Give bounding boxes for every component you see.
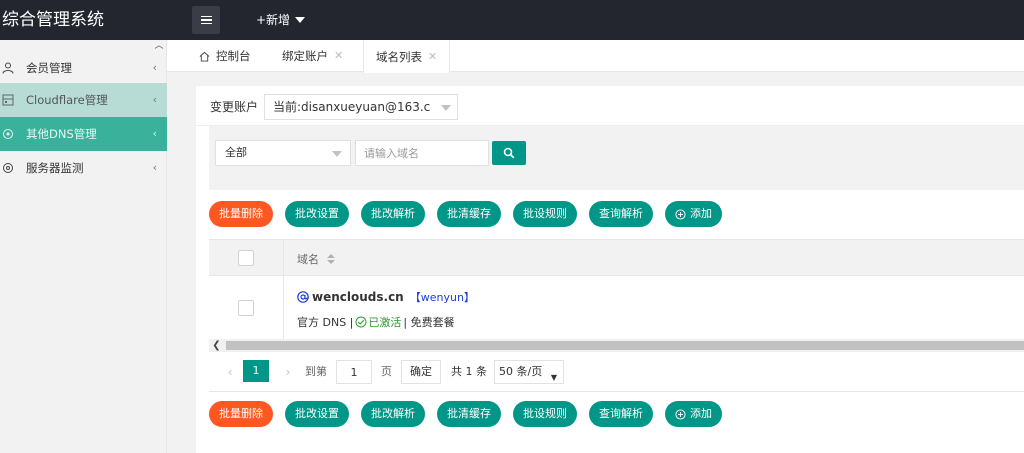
- dns-provider: 官方 DNS |: [297, 316, 354, 329]
- hamburger-icon: [200, 15, 212, 25]
- add-button[interactable]: 添加: [665, 201, 722, 227]
- monitor-icon: [3, 163, 13, 173]
- pagination: ‹ 1 › 到第 页 确定 共 1 条 50 条/页 ▼: [209, 352, 1024, 392]
- page-size-value: 50 条/页: [499, 365, 543, 378]
- new-menu-button[interactable]: +新增: [256, 0, 306, 40]
- column-header-domain[interactable]: 域名: [297, 251, 335, 267]
- dropdown-arrow-icon: [441, 105, 451, 111]
- next-page-button[interactable]: ›: [279, 360, 297, 384]
- filter-select-value: 全部: [225, 146, 247, 159]
- menu-toggle-button[interactable]: [192, 6, 220, 34]
- status-badge: 已激活: [355, 314, 401, 330]
- horizontal-scrollbar[interactable]: ❮: [209, 339, 1024, 352]
- add-button[interactable]: 添加: [665, 401, 722, 427]
- tab-bind-account[interactable]: 绑定账户 ✕: [270, 40, 355, 72]
- sidebar-item-members[interactable]: 会员管理 ‹: [0, 51, 167, 85]
- status-text: 已激活: [368, 316, 402, 329]
- chevron-left-icon: ‹: [152, 161, 157, 174]
- close-icon[interactable]: ✕: [334, 40, 343, 72]
- page-number-current[interactable]: 1: [243, 360, 269, 382]
- tab-label: 绑定账户: [282, 49, 328, 63]
- goto-label: 到第: [305, 365, 327, 378]
- batch-cache-button[interactable]: 批清缓存: [437, 401, 501, 427]
- goto-confirm-button[interactable]: 确定: [401, 360, 441, 384]
- plus-circle-icon: [675, 208, 686, 220]
- row-checkbox[interactable]: [238, 300, 254, 316]
- server-icon: [2, 94, 14, 106]
- add-button-label: 添加: [690, 407, 712, 420]
- sidebar-item-label: 服务器监测: [26, 161, 84, 175]
- table-row-domain[interactable]: wenclouds.cn 【wenyun】: [297, 289, 475, 305]
- check-circle-icon: [355, 316, 367, 328]
- domain-search-input[interactable]: [355, 140, 489, 166]
- sidebar-item-label: 其他DNS管理: [26, 127, 97, 141]
- prev-page-button[interactable]: ‹: [221, 360, 239, 384]
- goto-page-input[interactable]: [336, 360, 372, 384]
- page-size-select[interactable]: 50 条/页 ▼: [494, 360, 564, 384]
- chevron-left-icon: ‹: [152, 93, 157, 106]
- batch-rules-button[interactable]: 批设规则: [513, 401, 577, 427]
- search-icon: [503, 147, 515, 159]
- cloud-icon: [3, 129, 13, 139]
- batch-delete-button[interactable]: 批量删除: [209, 401, 273, 427]
- new-menu-label: +新增: [256, 13, 291, 27]
- close-icon[interactable]: ✕: [428, 41, 437, 73]
- total-count: 共 1 条: [451, 365, 487, 378]
- account-select[interactable]: 当前:disanxueyuan@163.com: [264, 94, 458, 120]
- chevron-left-icon: ‹: [152, 127, 157, 140]
- sidebar-item-other-dns[interactable]: 其他DNS管理 ‹: [0, 117, 167, 151]
- domain-owner: 【wenyun】: [409, 291, 475, 304]
- sidebar: ︿ 会员管理 ‹ Cloudflare管理 ‹ 其他DNS管理 ‹ 服务器监测: [0, 40, 167, 453]
- table-header: 域名: [209, 240, 1024, 276]
- dropdown-arrow-icon: [332, 151, 342, 157]
- select-all-checkbox[interactable]: [238, 250, 254, 266]
- page-unit-label: 页: [381, 365, 392, 378]
- scroll-left-icon[interactable]: ❮: [211, 339, 222, 352]
- query-dns-button[interactable]: 查询解析: [589, 201, 653, 227]
- batch-settings-button[interactable]: 批改设置: [285, 201, 349, 227]
- tab-dashboard[interactable]: 控制台: [187, 40, 263, 72]
- user-icon: [2, 62, 14, 74]
- tab-label: 域名列表: [376, 49, 422, 64]
- domain-table: 域名 wenclouds.cn 【wenyun】 官方 DNS | 已激活 | …: [209, 239, 1024, 340]
- chevron-down-icon: ▼: [550, 373, 557, 382]
- account-select-value: 当前:disanxueyuan@163.com: [273, 100, 450, 114]
- batch-dns-button[interactable]: 批改解析: [361, 401, 425, 427]
- app-title: 综合管理系统: [2, 10, 104, 30]
- home-icon: [199, 51, 210, 62]
- sidebar-item-server-monitor[interactable]: 服务器监测 ‹: [0, 151, 167, 185]
- batch-cache-button[interactable]: 批清缓存: [437, 201, 501, 227]
- batch-settings-button[interactable]: 批改设置: [285, 401, 349, 427]
- main-content: 变更账户 当前:disanxueyuan@163.com 全部 批量删除 批改设…: [196, 86, 1024, 453]
- scrollbar-thumb[interactable]: [226, 341, 1024, 350]
- tab-domain-list[interactable]: 域名列表 ✕: [363, 40, 451, 73]
- filter-bar: 全部: [209, 126, 1024, 190]
- at-icon: [297, 291, 309, 303]
- action-bar-bottom: 批量删除 批改设置 批改解析 批清缓存 批设规则 查询解析 添加: [209, 401, 722, 427]
- top-header: 综合管理系统 +新增: [0, 0, 1024, 40]
- domain-meta: 官方 DNS | 已激活 | 免费套餐: [297, 314, 455, 330]
- search-button[interactable]: [492, 141, 526, 165]
- plus-circle-icon: [675, 408, 686, 420]
- batch-delete-button[interactable]: 批量删除: [209, 201, 273, 227]
- chevron-left-icon: ‹: [152, 61, 157, 74]
- filter-type-select[interactable]: 全部: [215, 140, 351, 166]
- batch-rules-button[interactable]: 批设规则: [513, 201, 577, 227]
- action-bar-top: 批量删除 批改设置 批改解析 批清缓存 批设规则 查询解析 添加: [209, 201, 722, 227]
- sort-icon[interactable]: [327, 254, 335, 264]
- tab-label: 控制台: [216, 49, 251, 63]
- query-dns-button[interactable]: 查询解析: [589, 401, 653, 427]
- sidebar-item-label: Cloudflare管理: [26, 93, 108, 107]
- plan-text: | 免费套餐: [403, 316, 455, 329]
- add-button-label: 添加: [690, 207, 712, 220]
- tab-bar: 控制台 绑定账户 ✕ 域名列表 ✕: [167, 40, 1024, 73]
- sidebar-item-cloudflare[interactable]: Cloudflare管理 ‹: [0, 83, 167, 117]
- account-label: 变更账户: [210, 100, 259, 114]
- batch-dns-button[interactable]: 批改解析: [361, 201, 425, 227]
- caret-down-icon: [295, 17, 306, 23]
- domain-name: wenclouds.cn: [312, 290, 404, 304]
- sidebar-item-label: 会员管理: [26, 61, 72, 75]
